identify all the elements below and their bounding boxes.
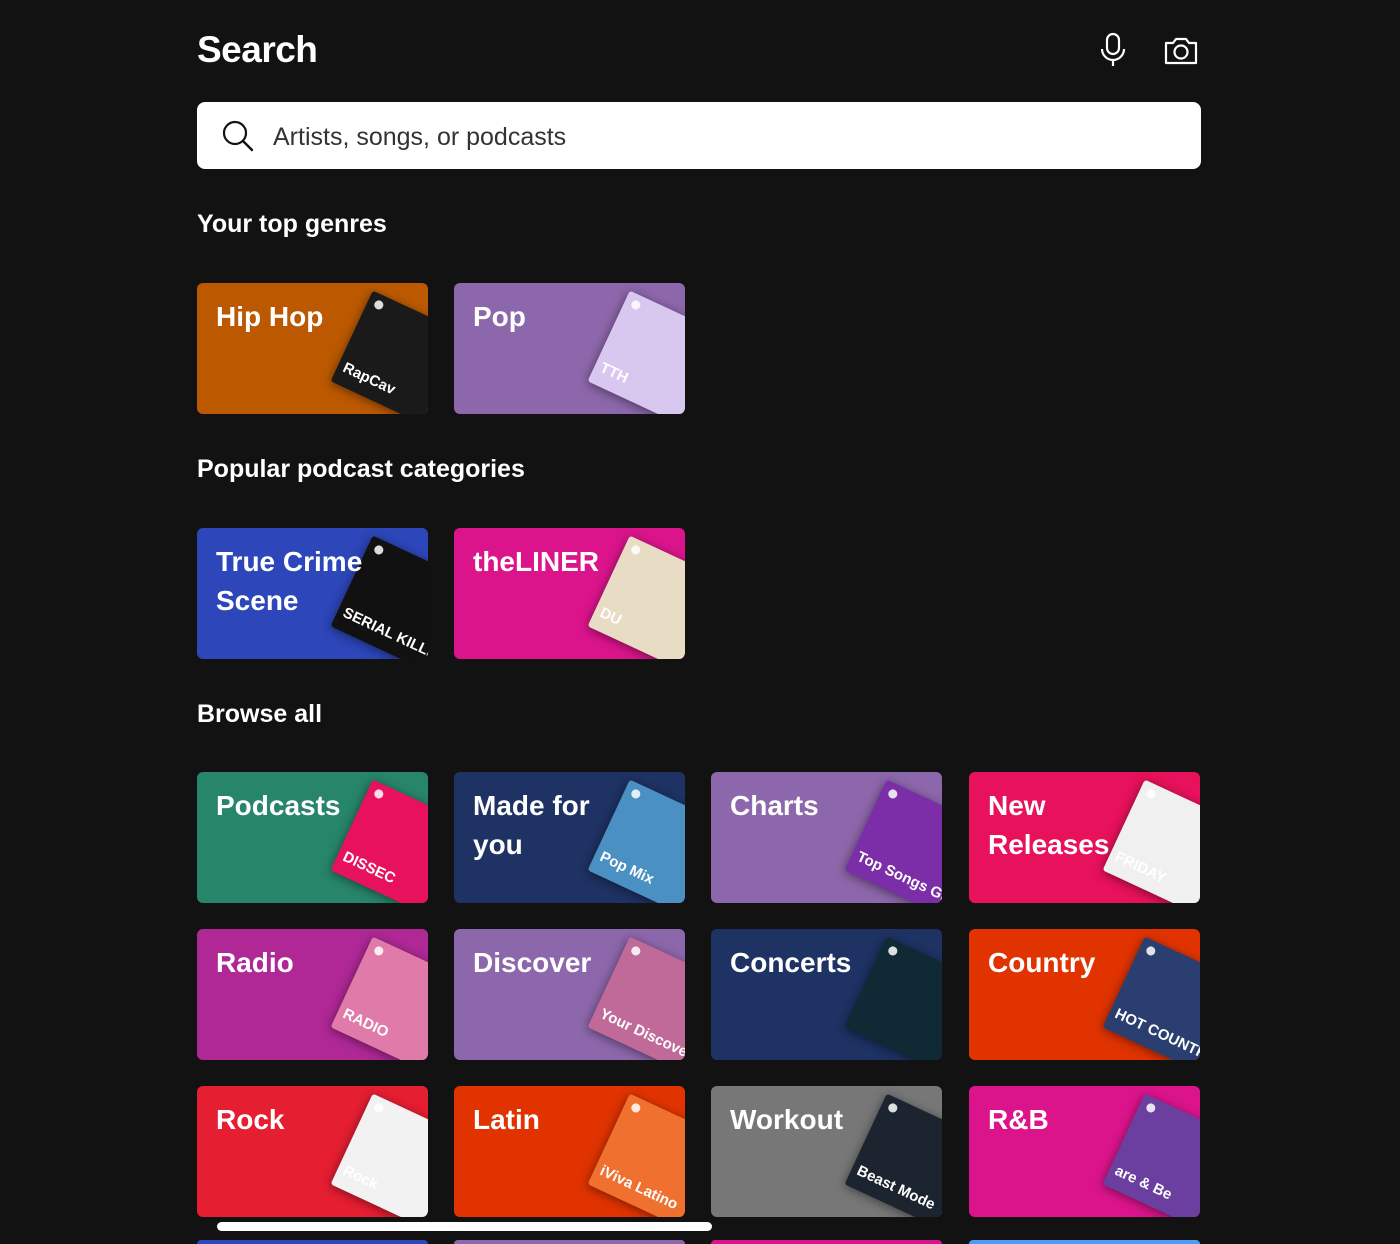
spotify-logo-icon — [372, 787, 385, 800]
next-row-card-peek — [711, 1240, 942, 1244]
category-card-charts[interactable]: Charts Top Songs Global — [711, 772, 942, 903]
category-card-label: Concerts — [730, 947, 852, 978]
spotify-logo-icon — [886, 787, 899, 800]
category-card-label: theLINER — [473, 546, 599, 577]
spotify-logo-icon — [1144, 787, 1157, 800]
cover-art-text: are & Be — [1112, 1162, 1175, 1204]
search-icon — [221, 119, 255, 153]
cover-art-text: RADIO — [340, 1005, 392, 1042]
cover-art-text: Your Discover Weekly — [597, 1005, 685, 1060]
cover-art-text: DU — [597, 604, 625, 629]
spotify-logo-icon — [629, 1101, 642, 1114]
section-title-browse-all: Browse all — [197, 700, 323, 728]
category-card-concerts[interactable]: Concerts — [711, 929, 942, 1060]
cover-art-text: iViva Latino — [597, 1162, 681, 1214]
category-card-workout[interactable]: Workout Beast Mode — [711, 1086, 942, 1217]
search-bar[interactable] — [197, 102, 1201, 169]
category-card-label: Rock — [216, 1104, 285, 1135]
cover-art-text: Rock — [340, 1162, 381, 1194]
category-card-label: Made for you — [473, 790, 590, 860]
category-card-label: Podcasts — [216, 790, 341, 821]
category-card-rock[interactable]: Rock Rock — [197, 1086, 428, 1217]
category-card-label: Country — [988, 947, 1096, 978]
category-card-label: Latin — [473, 1104, 540, 1135]
category-card-label: Radio — [216, 947, 294, 978]
cover-art-text: DISSEC — [340, 848, 399, 888]
spotify-logo-icon — [372, 298, 385, 311]
category-card-label: New Releases — [988, 790, 1110, 860]
cover-art-text: HOT COUNTRY — [1112, 1005, 1200, 1060]
category-card-podcasts[interactable]: Podcasts DISSEC — [197, 772, 428, 903]
spotify-logo-icon — [1144, 944, 1157, 957]
spotify-logo-icon — [629, 298, 642, 311]
next-row-card-peek — [969, 1240, 1200, 1244]
category-card-theliner[interactable]: theLINER DU — [454, 528, 685, 659]
section-title-top-genres: Your top genres — [197, 210, 387, 238]
search-input[interactable] — [271, 114, 1175, 160]
category-card-label: True Crime Scene — [216, 546, 363, 616]
next-row-card-peek — [454, 1240, 685, 1244]
spotify-logo-icon — [372, 543, 385, 556]
category-card-pop[interactable]: Pop TTH — [454, 283, 685, 414]
cover-art-text: Beast Mode — [854, 1162, 938, 1214]
category-card-hip-hop[interactable]: Hip Hop RapCav — [197, 283, 428, 414]
microphone-icon[interactable] — [1093, 30, 1133, 70]
spotify-logo-icon — [372, 944, 385, 957]
category-card-randb[interactable]: R&B are & Be — [969, 1086, 1200, 1217]
category-card-label: R&B — [988, 1104, 1049, 1135]
category-card-label: Pop — [473, 301, 526, 332]
spotify-logo-icon — [629, 543, 642, 556]
category-card-radio[interactable]: Radio RADIO — [197, 929, 428, 1060]
category-card-made-for-you[interactable]: Made for you Pop Mix — [454, 772, 685, 903]
page-title: Search — [197, 29, 318, 70]
category-card-label: Workout — [730, 1104, 844, 1135]
category-card-true-crime-scene[interactable]: True Crime Scene SERIAL KILLER — [197, 528, 428, 659]
spotify-logo-icon — [1144, 1101, 1157, 1114]
category-card-label: Discover — [473, 947, 592, 978]
spotify-logo-icon — [629, 787, 642, 800]
section-title-podcast-categories: Popular podcast categories — [197, 455, 525, 483]
category-card-discover[interactable]: DiscoverYour Discover Weekly — [454, 929, 685, 1060]
camera-icon[interactable] — [1161, 30, 1201, 70]
cover-art-text: TTH — [597, 359, 631, 387]
category-card-new-releases[interactable]: New Releases FRIDAY — [969, 772, 1200, 903]
spotify-logo-icon — [629, 944, 642, 957]
header: Search — [197, 28, 1201, 74]
search-page: Search Your top genres Hip Hop RapCav Pop T… — [0, 0, 1400, 1244]
next-row-card-peek — [197, 1240, 428, 1244]
category-card-country[interactable]: Country HOT COUNTRY — [969, 929, 1200, 1060]
category-card-label: Hip Hop — [216, 301, 324, 332]
cover-art-text: RapCav — [340, 359, 399, 399]
spotify-logo-icon — [886, 944, 899, 957]
home-indicator — [217, 1222, 712, 1231]
category-card-latin[interactable]: Latin iViva Latino — [454, 1086, 685, 1217]
category-card-label: Charts — [730, 790, 819, 821]
cover-art-text: Top Songs Global — [854, 848, 942, 903]
spotify-logo-icon — [886, 1101, 899, 1114]
spotify-logo-icon — [372, 1101, 385, 1114]
